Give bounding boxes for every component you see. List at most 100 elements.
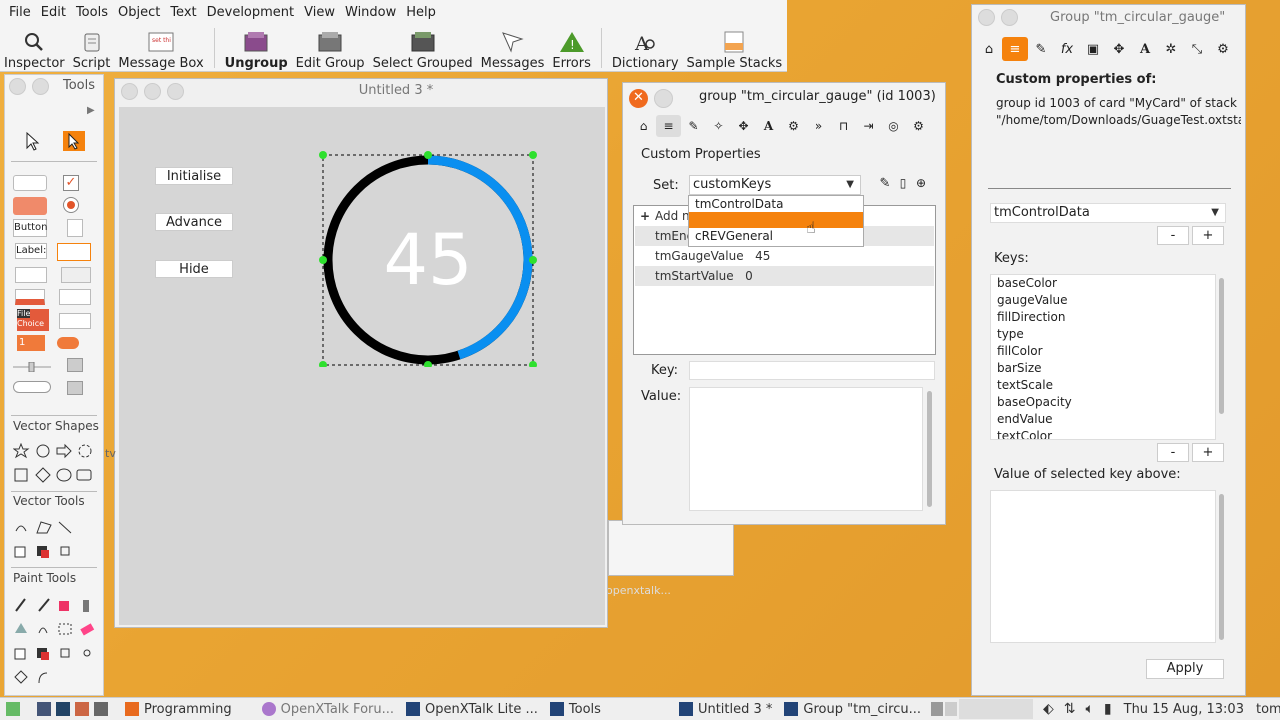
errors-button[interactable]: ! Errors <box>548 25 594 71</box>
page-tool-icon[interactable] <box>67 219 83 237</box>
advance-button[interactable]: Advance <box>155 213 233 231</box>
default-button-tool-icon[interactable] <box>13 197 47 215</box>
database-icon[interactable]: ≡ <box>656 115 681 137</box>
menu-text[interactable]: Text <box>165 5 201 20</box>
list-item[interactable]: tmStartValue 0 <box>635 266 934 286</box>
taskbar-item[interactable]: Group "tm_circu... <box>778 702 927 717</box>
taskbar-item[interactable]: Untitled 3 * <box>673 702 778 717</box>
handle-top-right[interactable] <box>529 151 537 159</box>
value-scrollbar[interactable] <box>1219 494 1224 640</box>
number-sample[interactable]: 1 <box>17 335 45 351</box>
sample-stacks-button[interactable]: Sample Stacks <box>683 25 787 71</box>
message-box-button[interactable]: set thi Message Box <box>114 25 207 71</box>
button-sample[interactable]: Button <box>13 219 48 237</box>
menu-edit[interactable]: Edit <box>36 5 71 20</box>
workspace-switcher[interactable] <box>927 699 1037 719</box>
close-dot[interactable] <box>978 9 995 26</box>
gear-icon[interactable]: ✲ <box>1158 37 1184 61</box>
set-select[interactable]: customKeys ▼ <box>689 175 861 195</box>
gears-icon[interactable]: ⚙ <box>781 115 806 137</box>
list-item[interactable]: tmGaugeValue 45 <box>635 246 934 266</box>
vector-shapes-row-2[interactable] <box>13 467 93 483</box>
list-item[interactable]: fillDirection <box>991 309 1215 326</box>
database-icon[interactable]: ≡ <box>1002 37 1028 61</box>
list-item[interactable]: endValue <box>991 411 1215 428</box>
menu-tools[interactable]: Tools <box>71 5 113 20</box>
menu-window[interactable]: Window <box>340 5 401 20</box>
handle-bottom-left[interactable] <box>319 361 327 367</box>
settings-icon[interactable]: ⚙ <box>1210 37 1236 61</box>
vector-tools-row-2[interactable] <box>13 543 93 559</box>
menu-object[interactable]: Object <box>113 5 165 20</box>
minimize-dot[interactable] <box>1001 9 1018 26</box>
set-dropdown-list[interactable]: tmControlData cREVGeneral <box>688 195 864 247</box>
function-icon[interactable]: fx <box>1054 37 1080 61</box>
progress-tool-icon[interactable] <box>13 381 51 393</box>
list-item[interactable]: type <box>991 326 1215 343</box>
vector-tools-row-1[interactable] <box>13 519 93 535</box>
value-field[interactable] <box>689 387 923 511</box>
list-item[interactable]: fillColor <box>991 343 1215 360</box>
paint-tools-row-3[interactable] <box>13 645 97 661</box>
network-icon[interactable]: ⇅ <box>1064 701 1076 717</box>
start-menu-icon[interactable] <box>0 702 31 716</box>
list-item[interactable]: baseOpacity <box>991 394 1215 411</box>
right-set-select[interactable]: tmControlData ▼ <box>990 203 1226 223</box>
combo-tool-icon[interactable] <box>59 289 91 305</box>
taskbar-item[interactable]: OpenXTalk Foru... <box>256 702 400 717</box>
menu-development[interactable]: Development <box>202 5 300 20</box>
ungroup-button[interactable]: Ungroup <box>221 25 292 71</box>
target-icon[interactable]: ◎ <box>881 115 906 137</box>
handle-top-left[interactable] <box>319 151 327 159</box>
table-tool-icon[interactable] <box>61 267 91 283</box>
dropdown-item[interactable]: cREVGeneral <box>689 228 863 244</box>
minimize-dot[interactable] <box>32 78 49 95</box>
scrollbar-tool-icon[interactable] <box>67 358 83 372</box>
script-button[interactable]: Script <box>69 25 115 71</box>
hide-button[interactable]: Hide <box>155 260 233 278</box>
add-set-button[interactable]: + <box>1192 226 1224 245</box>
gear-icon[interactable]: ⚙ <box>906 115 931 137</box>
unlock-icon[interactable]: ⊓ <box>831 115 856 137</box>
workspace-1[interactable] <box>930 702 943 716</box>
dictionary-button[interactable]: A Dictionary <box>608 25 683 71</box>
messages-button[interactable]: Messages <box>477 25 549 71</box>
initialise-button[interactable]: Initialise <box>155 167 233 185</box>
workspace-3[interactable] <box>958 699 1033 719</box>
player-tool-icon[interactable] <box>67 381 83 395</box>
battery-icon[interactable]: ▮ <box>1104 701 1112 717</box>
dropdown-item[interactable]: tmControlData <box>689 196 863 212</box>
key-value-field[interactable] <box>990 490 1216 643</box>
workspace-2[interactable] <box>944 702 957 716</box>
edit-tool-icon[interactable] <box>63 131 85 151</box>
radio-tool-icon[interactable] <box>63 197 79 213</box>
value-scrollbar[interactable] <box>927 391 932 507</box>
login-icon[interactable]: ⇥ <box>856 115 881 137</box>
circular-gauge[interactable]: 45 <box>319 149 537 367</box>
button-tool-icon[interactable] <box>13 175 47 191</box>
font-icon[interactable]: A <box>756 115 781 137</box>
list-item[interactable]: gaugeValue <box>991 292 1215 309</box>
checkbox-tool-icon[interactable]: ✓ <box>63 175 79 191</box>
handle-bottom-right[interactable] <box>529 361 537 367</box>
close-dot[interactable] <box>9 78 26 95</box>
minimize-dot[interactable] <box>654 89 673 108</box>
taskbar-item[interactable]: Tools <box>544 702 607 717</box>
menu-view[interactable]: View <box>299 5 340 20</box>
edit-group-button[interactable]: Edit Group <box>292 25 369 71</box>
keys-scrollbar[interactable] <box>1219 278 1224 414</box>
home-icon[interactable]: ⌂ <box>631 115 656 137</box>
apply-button[interactable]: Apply <box>1146 659 1224 679</box>
font-icon[interactable]: A <box>1132 37 1158 61</box>
move-icon[interactable]: ✥ <box>731 115 756 137</box>
key-field[interactable] <box>689 361 935 380</box>
label-sample[interactable]: Label: <box>15 243 47 259</box>
keys-list[interactable]: baseColor gaugeValue fillDirection type … <box>990 274 1216 440</box>
launcher-icons[interactable] <box>31 702 119 716</box>
menu-help[interactable]: Help <box>401 5 441 20</box>
taskbar-item[interactable]: Programming <box>119 702 238 717</box>
pencil-icon[interactable]: ✎ <box>1028 37 1054 61</box>
expand-triangle-icon[interactable]: ▶ <box>87 105 95 116</box>
slider-tool-icon[interactable] <box>13 361 51 373</box>
clock[interactable]: Thu 15 Aug, 13:03 <box>1118 702 1250 717</box>
